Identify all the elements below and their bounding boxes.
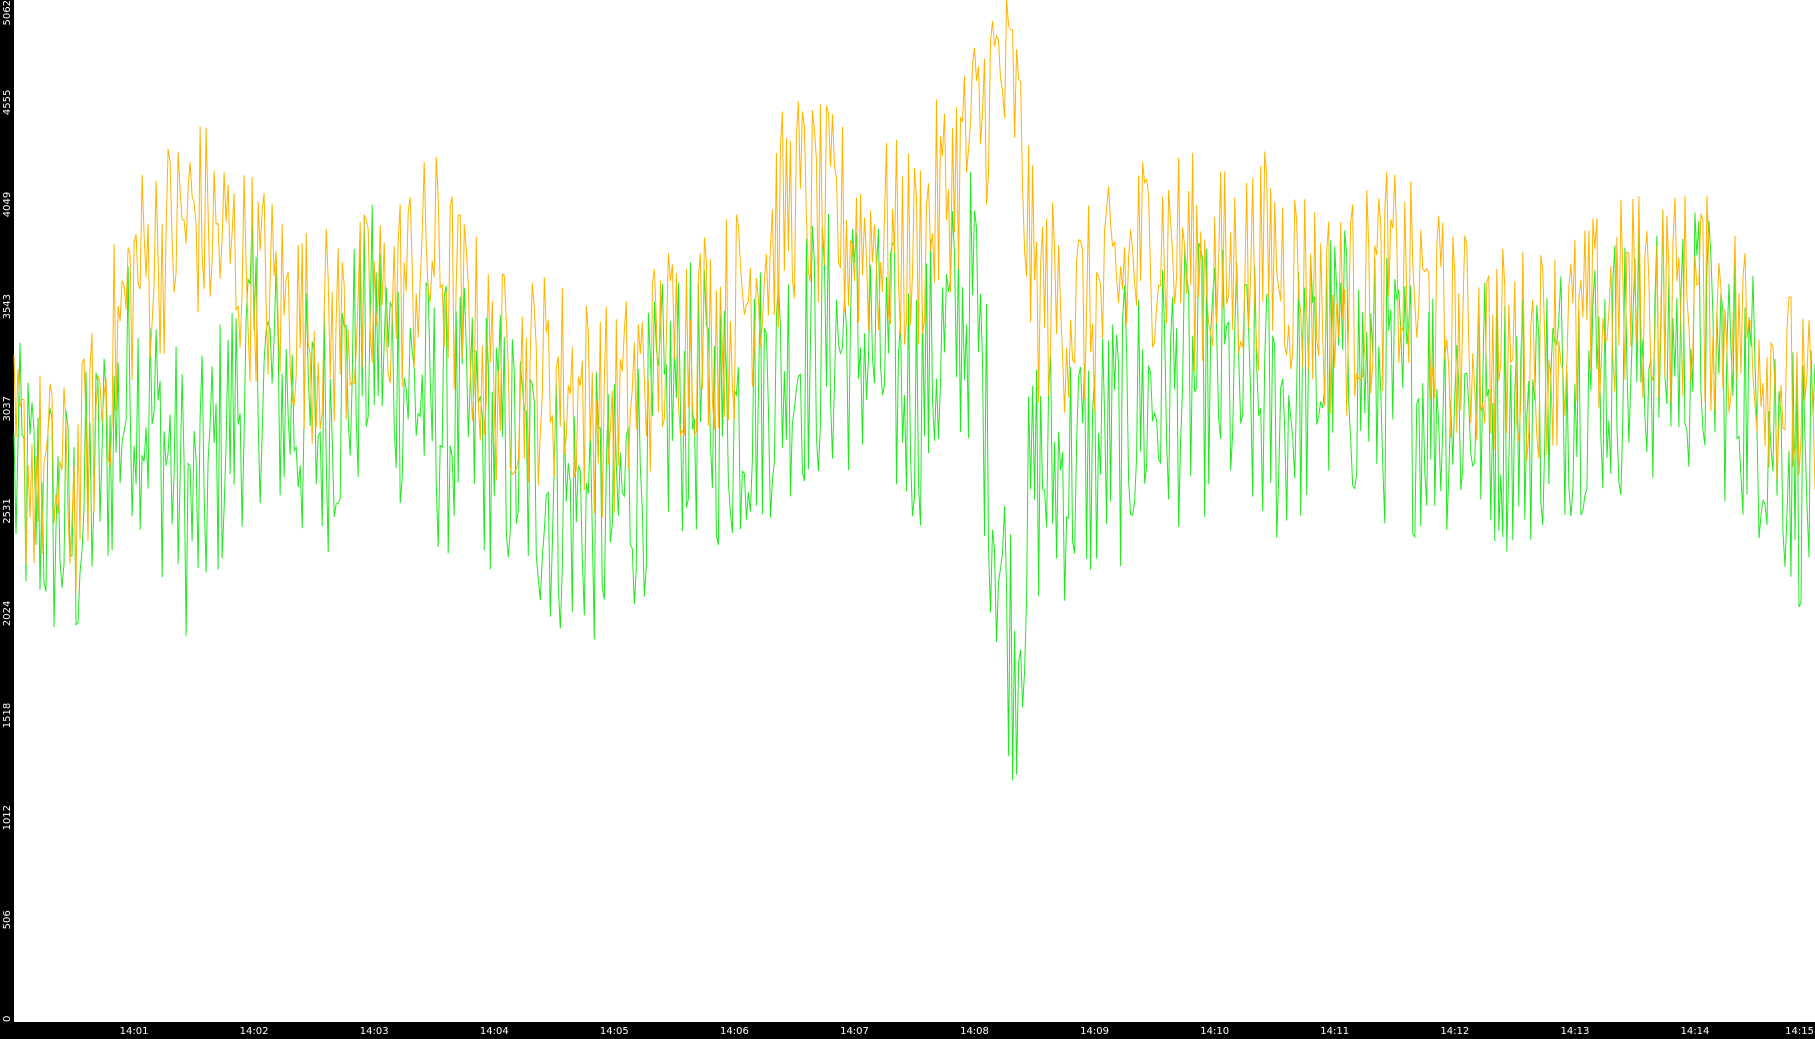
chart-area: 0 506 1012 1518 2024 2531 3037 3543 4049 4555 5062… (0, 0, 1815, 1039)
x-tick-label: 14:02 (240, 1026, 269, 1037)
x-tick-label: 14:01 (120, 1026, 149, 1037)
y-tick-label: 5062 (2, 0, 13, 25)
line-chart: 0 506 1012 1518 2024 2531 3037 3543 4049 4555 5062… (2, 0, 1815, 1037)
x-tick-label: 14:07 (840, 1026, 869, 1037)
y-tick-label: 2024 (2, 601, 13, 626)
x-tick-label: 14:11 (1320, 1026, 1349, 1037)
y-tick-label: 1012 (2, 805, 13, 830)
y-tick-label: 4555 (2, 90, 13, 115)
y-tick-label: 3543 (2, 294, 13, 319)
y-axis: 0 506 1012 1518 2024 2531 3037 3543 4049 4555 5062 (2, 0, 13, 1022)
x-axis: 14:01 14:02 14:03 14:04 14:05 14:06 14:07 14:08… (120, 1026, 1814, 1037)
y-tick-label: 4049 (2, 192, 13, 217)
x-tick-label: 14:09 (1080, 1026, 1109, 1037)
x-tick-label: 14:06 (720, 1026, 749, 1037)
y-tick-label: 0 (2, 1016, 13, 1022)
y-tick-label: 506 (2, 910, 13, 929)
x-tick-label: 14:10 (1200, 1026, 1229, 1037)
x-tick-label: 14:08 (960, 1026, 989, 1037)
x-tick-label: 14:14 (1680, 1026, 1709, 1037)
x-tick-label: 14:04 (480, 1026, 509, 1037)
x-tick-label: 14:12 (1440, 1026, 1469, 1037)
y-tick-label: 3037 (2, 396, 13, 421)
plot-background (14, 0, 1815, 1022)
x-tick-label: 14:03 (360, 1026, 389, 1037)
x-tick-label: 14:15 (1785, 1026, 1814, 1037)
x-tick-label: 14:05 (600, 1026, 629, 1037)
y-tick-label: 1518 (2, 703, 13, 728)
x-tick-label: 14:13 (1560, 1026, 1589, 1037)
y-tick-label: 2531 (2, 498, 13, 523)
